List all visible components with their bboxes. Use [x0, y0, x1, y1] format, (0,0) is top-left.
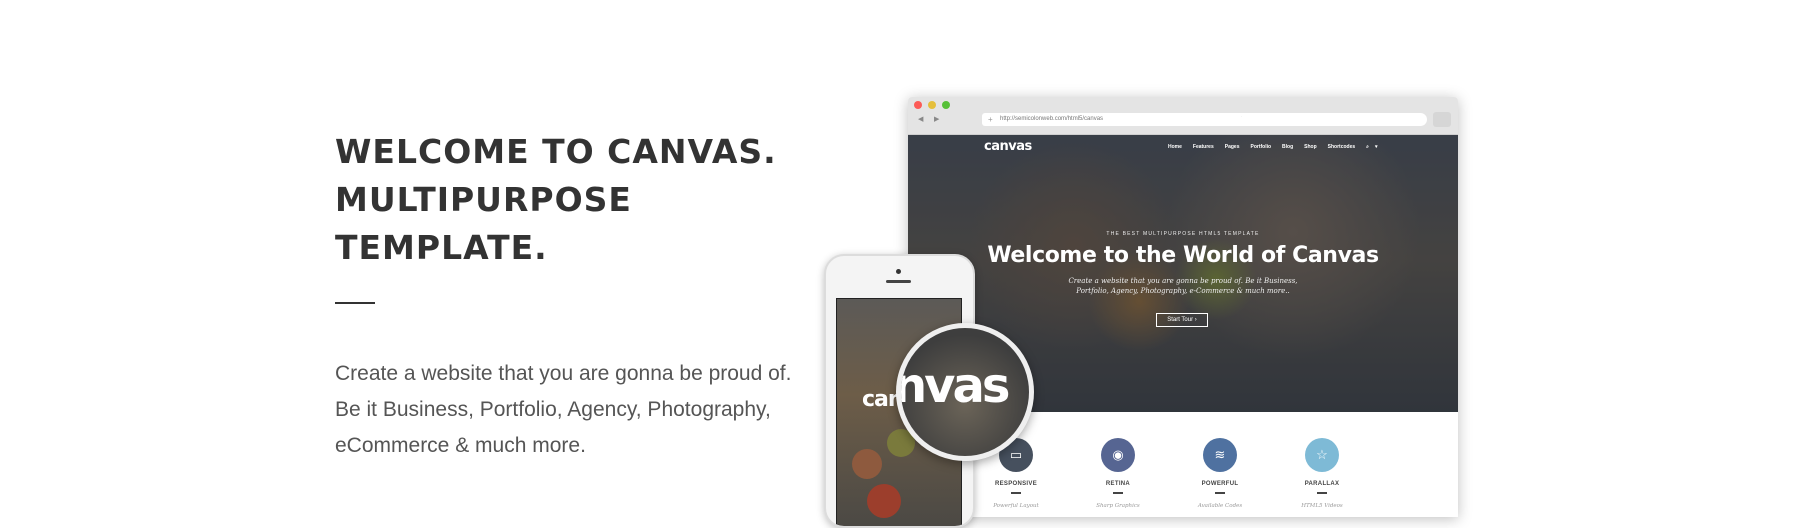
magnifier-text: nvas [896, 358, 1010, 414]
feature-title: RETINA [1105, 481, 1131, 487]
minimize-dot-icon [928, 101, 936, 109]
intro-body: Create a website that you are gonna be p… [335, 362, 792, 457]
site-nav-item: Shortcodes [1327, 144, 1356, 150]
search-icon: ⌕ [1366, 144, 1369, 150]
site-nav-item: Home [1168, 144, 1182, 150]
url-text: http://semicolonweb.com/html5/canvas [1000, 116, 1104, 122]
cart-icon: ▾ [1374, 144, 1378, 150]
layers-icon: ≋ [1203, 438, 1237, 472]
feature-caption: HTML5 Videos [1301, 502, 1343, 509]
feature-divider [1113, 492, 1123, 494]
site-nav-item: Features [1192, 144, 1214, 150]
hero-subtitle: Create a website that you are gonna be p… [1068, 277, 1298, 295]
feature-caption: Sharp Graphics [1096, 502, 1140, 509]
intro-section: WELCOME TO CANVAS. MULTIPURPOSE TEMPLATE… [335, 128, 805, 464]
site-logo: canvas [984, 139, 1032, 154]
phone-camera-icon [896, 269, 901, 274]
browser-chrome: ◀ ▶ + http://semicolonweb.com/html5/canv… [908, 97, 1458, 135]
site-nav-item: Portfolio [1250, 144, 1272, 150]
feature-divider [1215, 492, 1225, 494]
star-icon: ☆ [1305, 438, 1339, 472]
feature-caption: Available Codes [1197, 502, 1243, 509]
maximize-dot-icon [942, 101, 950, 109]
feature-divider [1317, 492, 1327, 494]
start-tour-button: Start Tour › [1156, 313, 1208, 327]
phone-screen-fruit [867, 484, 901, 518]
hero-kicker: THE BEST MULTIPURPOSE HTML5 TEMPLATE [1106, 231, 1260, 237]
eye-icon: ◉ [1101, 438, 1135, 472]
url-bar: + http://semicolonweb.com/html5/canvas ↻ [982, 113, 1252, 126]
feature-retina: ◉ RETINA Sharp Graphics [1083, 438, 1153, 509]
feature-title: PARALLAX [1304, 481, 1340, 487]
intro-heading: WELCOME TO CANVAS. MULTIPURPOSE TEMPLATE… [335, 128, 805, 272]
hero-title: Welcome to the World of Canvas [987, 243, 1379, 268]
feature-title: RESPONSIVE [994, 481, 1037, 487]
feature-divider [1011, 492, 1021, 494]
magnifier-lens: nvas [896, 323, 1034, 461]
back-icon: ◀ [918, 116, 924, 123]
feature-parallax: ☆ PARALLAX HTML5 Videos [1287, 438, 1357, 509]
forward-icon: ▶ [934, 116, 940, 123]
site-nav-item: Pages [1224, 144, 1240, 150]
intro-heading-line2: MULTIPURPOSE TEMPLATE. [335, 180, 632, 267]
plus-icon: + [988, 115, 993, 124]
extension-icon [1433, 112, 1451, 127]
browser-search-field [1241, 113, 1427, 126]
close-dot-icon [914, 101, 922, 109]
site-nav-item: Blog [1282, 144, 1294, 150]
site-nav: Home Features Pages Portfolio Blog Shop … [1168, 144, 1378, 150]
phone-screen-fruit [852, 449, 882, 479]
feature-powerful: ≋ POWERFUL Available Codes [1185, 438, 1255, 509]
intro-heading-line1: WELCOME TO CANVAS. [335, 132, 777, 171]
feature-caption: Powerful Layout [993, 502, 1039, 509]
site-nav-icons: ⌕ ▾ [1366, 144, 1377, 150]
phone-speaker [886, 280, 911, 283]
intro-divider [335, 302, 375, 304]
feature-title: POWERFUL [1201, 481, 1239, 487]
site-nav-item: Shop [1304, 144, 1317, 150]
